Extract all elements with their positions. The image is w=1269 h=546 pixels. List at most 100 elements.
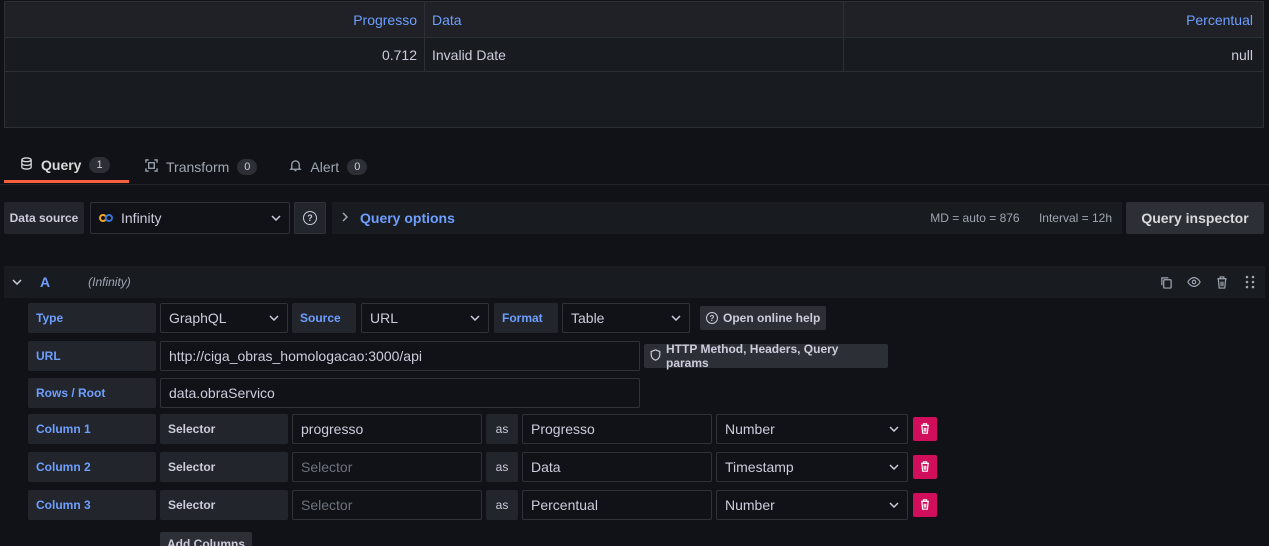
rows-root-input[interactable]: data.obraServico [160, 378, 640, 408]
chevron-down-icon [271, 213, 281, 224]
datasource-label: Data source [4, 202, 84, 234]
source-select[interactable]: URL [361, 303, 489, 333]
table-cell: 0.712 [5, 38, 425, 71]
table-cell: Invalid Date [425, 38, 844, 71]
source-value: URL [370, 310, 399, 326]
eye-icon[interactable] [1187, 275, 1201, 289]
query-inspector-button[interactable]: Query inspector [1126, 202, 1264, 234]
interval-value: Interval = 12h [1038, 211, 1112, 225]
trash-icon [920, 497, 930, 513]
tab-alert-label: Alert [310, 158, 340, 175]
rows-root-label: Rows / Root [28, 378, 156, 408]
column-2-type-value: Timestamp [725, 459, 794, 475]
result-table: Progresso Data Percentual 0.712 Invalid … [4, 1, 1264, 128]
as-label: as [486, 414, 518, 444]
selector-label: Selector [160, 452, 288, 482]
query-ref-id[interactable]: A [40, 274, 50, 290]
drag-handle-icon[interactable] [1243, 275, 1257, 289]
query-row-header: A (Infinity) [4, 266, 1265, 298]
chevron-down-icon [889, 462, 899, 473]
column-header-percentual[interactable]: Percentual [844, 2, 1263, 37]
table-cell: null [1231, 46, 1253, 63]
tab-query[interactable]: Query 1 [4, 150, 129, 183]
column-header-data[interactable]: Data [425, 2, 844, 37]
copy-icon[interactable] [1159, 275, 1173, 289]
chevron-down-icon [470, 313, 480, 324]
editor-tabs: Query 1 Transform 0 Alert 0 [4, 150, 383, 186]
column-1-label: Column 1 [28, 414, 156, 444]
type-row: Type GraphQL Source URL Format Table ? O… [28, 303, 848, 333]
column-2-label: Column 2 [28, 452, 156, 482]
column-1-type-select[interactable]: Number [716, 414, 908, 444]
type-value: GraphQL [169, 310, 227, 326]
open-online-help-label: Open online help [723, 311, 821, 325]
column-3-label: Column 3 [28, 490, 156, 520]
chevron-right-icon [342, 211, 349, 225]
column-row-2: Column 2 Selector Selector as Data Times… [28, 452, 948, 482]
query-datasource-name: (Infinity) [88, 275, 131, 289]
query-options-toggle[interactable]: Query options MD = auto = 876 Interval =… [332, 202, 1122, 234]
shield-icon [650, 348, 661, 364]
column-header-progresso[interactable]: Progresso [5, 2, 425, 37]
type-select[interactable]: GraphQL [160, 303, 288, 333]
format-label: Format [494, 303, 558, 333]
as-label: as [486, 452, 518, 482]
collapse-chevron-icon[interactable] [12, 277, 32, 288]
as-label: as [486, 490, 518, 520]
column-1-selector-input[interactable]: progresso [292, 414, 482, 444]
column-2-selector-input[interactable]: Selector [292, 452, 482, 482]
trash-icon [920, 459, 930, 475]
query-row-actions [1159, 275, 1257, 289]
url-row: URL http://ciga_obras_homologacao:3000/a… [28, 341, 888, 371]
chevron-down-icon [671, 313, 681, 324]
rows-root-row: Rows / Root data.obraServico [28, 378, 648, 408]
trash-icon [920, 421, 930, 437]
question-icon: ? [303, 211, 317, 225]
column-3-type-select[interactable]: Number [716, 490, 908, 520]
add-columns-button[interactable]: Add Columns [160, 532, 252, 546]
max-data-points: MD = auto = 876 [930, 211, 1020, 225]
table-row: 0.712 Invalid Date null [5, 38, 1263, 72]
column-3-alias-input[interactable]: Percentual [522, 490, 712, 520]
open-online-help-button[interactable]: ? Open online help [700, 306, 827, 330]
column-3-type-value: Number [725, 497, 775, 513]
selector-label: Selector [160, 490, 288, 520]
format-select[interactable]: Table [562, 303, 690, 333]
column-2-alias-input[interactable]: Data [522, 452, 712, 482]
datasource-selected: Infinity [121, 210, 162, 226]
infinity-logo-icon [99, 214, 113, 222]
column-1-alias-input[interactable]: Progresso [522, 414, 712, 444]
url-label: URL [28, 341, 156, 371]
tab-query-label: Query [41, 157, 82, 173]
tab-transform-count: 0 [237, 158, 258, 175]
bell-icon [289, 159, 303, 175]
column-1-type-value: Number [725, 421, 775, 437]
type-label: Type [28, 303, 156, 333]
datasource-help-button[interactable]: ? [294, 202, 326, 234]
column-row-3: Column 3 Selector Selector as Percentual… [28, 490, 948, 520]
http-method-headers-button[interactable]: HTTP Method, Headers, Query params [644, 342, 888, 370]
chevron-down-icon [269, 313, 279, 324]
tab-query-count: 1 [89, 157, 110, 173]
column-row-1: Column 1 Selector progresso as Progresso… [28, 414, 948, 444]
tab-transform[interactable]: Transform 0 [129, 150, 273, 183]
format-value: Table [571, 310, 605, 326]
delete-column-2-button[interactable] [913, 455, 937, 479]
query-options-title: Query options [360, 210, 455, 226]
delete-column-3-button[interactable] [913, 493, 937, 517]
column-2-type-select[interactable]: Timestamp [716, 452, 908, 482]
http-method-headers-label: HTTP Method, Headers, Query params [666, 342, 839, 370]
database-icon [20, 157, 33, 173]
chevron-down-icon [889, 500, 899, 511]
source-label: Source [292, 303, 356, 333]
url-input[interactable]: http://ciga_obras_homologacao:3000/api [160, 341, 640, 371]
delete-column-1-button[interactable] [913, 417, 937, 441]
tab-alert[interactable]: Alert 0 [273, 150, 383, 183]
question-icon: ? [706, 312, 718, 324]
tab-transform-label: Transform [166, 158, 230, 175]
chevron-down-icon [889, 424, 899, 435]
table-header: Progresso Data Percentual [5, 2, 1263, 38]
trash-icon[interactable] [1215, 275, 1229, 289]
datasource-picker[interactable]: Infinity [90, 202, 290, 234]
column-3-selector-input[interactable]: Selector [292, 490, 482, 520]
